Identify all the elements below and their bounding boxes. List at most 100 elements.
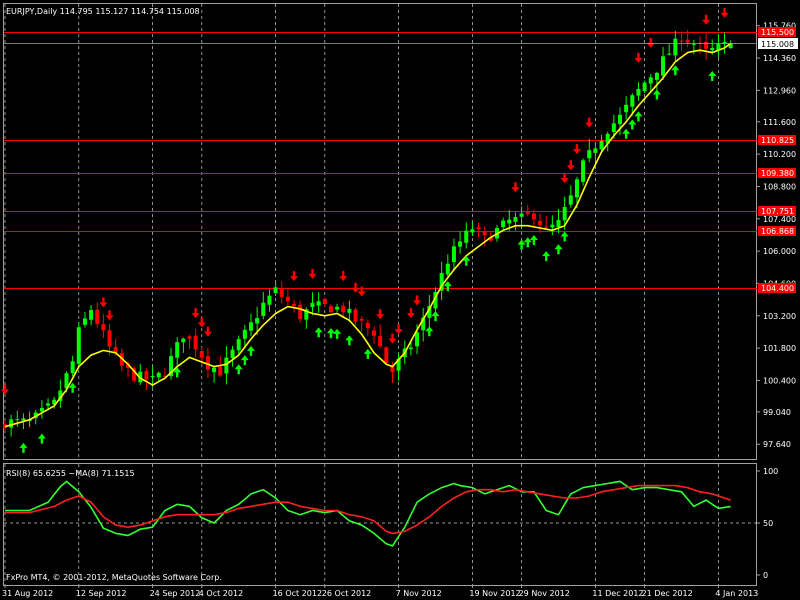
candle-body: [599, 140, 604, 150]
candle-body: [531, 213, 536, 220]
candle-body: [310, 302, 315, 307]
time-tick-label: 19 Nov 2012: [469, 589, 520, 598]
price-tick-label: 114.360: [763, 54, 796, 63]
candle-body: [199, 351, 204, 358]
level-label: 109.380: [761, 169, 794, 178]
candle-body: [341, 305, 346, 313]
price-tick-label: 97.640: [763, 440, 791, 449]
candle-body: [445, 263, 450, 275]
level-label: 106.868: [761, 227, 794, 236]
candle-body: [212, 367, 217, 373]
rsi-tick-label: 100: [763, 467, 778, 476]
level-label: 110.825: [761, 136, 794, 145]
candle-body: [335, 306, 340, 310]
candle-body: [107, 330, 112, 347]
candle-body: [581, 160, 586, 182]
candle-body: [46, 403, 51, 406]
candle-body: [95, 309, 100, 324]
price-chart[interactable]: 115.760114.360112.960111.600110.200108.8…: [0, 0, 800, 600]
price-tick-label: 108.800: [763, 182, 796, 191]
candle-body: [568, 195, 573, 205]
candle-body: [144, 371, 149, 380]
candle-body: [372, 330, 376, 336]
price-tick-label: 112.960: [763, 86, 796, 95]
candle-body: [415, 332, 420, 347]
candle-body: [193, 335, 198, 350]
candle-body: [359, 318, 364, 321]
candle-body: [285, 296, 290, 302]
time-tick-label: 24 Sep 2012: [150, 589, 201, 598]
candle-body: [82, 318, 87, 325]
price-tick-label: 111.600: [763, 118, 796, 127]
candle-body: [70, 361, 75, 374]
time-tick-label: 31 Aug 2012: [2, 589, 53, 598]
candle-body: [691, 43, 696, 45]
candle-body: [611, 123, 616, 133]
candle-body: [538, 221, 543, 226]
candle-body: [476, 227, 481, 230]
candle-body: [544, 226, 549, 228]
candle-body: [710, 47, 715, 51]
candle-body: [205, 356, 210, 370]
candle-body: [642, 82, 647, 92]
candle-body: [224, 357, 229, 374]
candle-body: [89, 309, 94, 320]
candle-body: [76, 327, 81, 364]
candle-body: [150, 376, 155, 378]
copyright-footer: FxPro MT4, © 2001-2012, MetaQuotes Softw…: [6, 573, 222, 582]
candle-body: [316, 301, 321, 306]
candle-body: [378, 335, 383, 347]
candle-body: [218, 366, 223, 376]
candle-body: [704, 41, 709, 49]
candle-body: [384, 347, 389, 363]
candle-body: [322, 298, 327, 304]
candle-body: [667, 53, 672, 55]
candle-body: [482, 231, 487, 236]
time-tick-label: 12 Sep 2012: [76, 589, 127, 598]
candle-body: [519, 213, 524, 217]
candle-body: [9, 419, 14, 428]
candle-body: [175, 342, 180, 358]
candle-body: [242, 329, 247, 339]
candle-body: [525, 212, 530, 215]
price-tick-label: 103.200: [763, 312, 796, 321]
candle-body: [470, 229, 475, 233]
candle-body: [187, 336, 192, 339]
candle-body: [328, 306, 333, 313]
main-header: EURJPY,Daily 114.795 115.127 114.754 115…: [6, 7, 200, 16]
candle-body: [624, 104, 629, 113]
candle-body: [39, 407, 44, 412]
candle: [76, 322, 81, 369]
candle-body: [451, 246, 456, 263]
candle-body: [507, 219, 512, 224]
candle-body: [156, 372, 161, 378]
time-tick-label: 16 Oct 2012: [273, 589, 322, 598]
price-tick-label: 101.800: [763, 344, 796, 353]
candle-body: [101, 324, 106, 331]
candle-body: [685, 39, 690, 43]
candle-body: [550, 224, 555, 228]
candle-body: [636, 88, 641, 96]
candle: [384, 346, 389, 365]
candle-body: [249, 322, 253, 331]
candle-body: [562, 206, 567, 221]
candle-body: [464, 230, 469, 243]
candle-body: [255, 318, 260, 324]
time-tick-label: 7 Nov 2012: [396, 589, 442, 598]
time-tick-label: 4 Jan 2013: [715, 589, 758, 598]
rsi-tick-label: 0: [763, 571, 768, 580]
candle-body: [261, 302, 266, 316]
candle-body: [587, 150, 592, 159]
price-tick-label: 106.000: [763, 247, 796, 256]
candle-body: [267, 295, 272, 305]
candle-body: [648, 77, 653, 84]
candle-body: [501, 220, 506, 227]
candle-body: [21, 418, 26, 421]
level-label: 107.751: [761, 207, 794, 216]
price-tick-label: 100.400: [763, 376, 796, 385]
level-label: 115.500: [761, 28, 794, 37]
candle-body: [292, 303, 297, 306]
time-tick-label: 21 Dec 2012: [642, 589, 693, 598]
time-tick-label: 29 Nov 2012: [519, 589, 570, 598]
candle-body: [230, 349, 235, 359]
